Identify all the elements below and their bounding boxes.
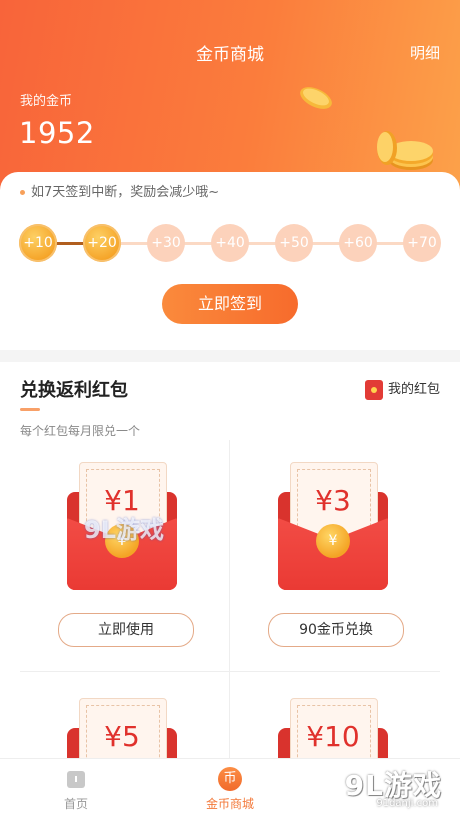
signin-notice: 如7天签到中断，奖励会减少哦~ bbox=[20, 181, 219, 200]
tab-home-label: 首页 bbox=[63, 797, 88, 811]
packet-amount: ¥10 bbox=[306, 720, 360, 753]
title-underline bbox=[20, 408, 40, 411]
exchange-title: 兑换返利红包 bbox=[20, 380, 128, 401]
coin-mall-icon: 币 bbox=[218, 767, 242, 791]
watermark-overlay: 9L游戏 bbox=[84, 516, 164, 544]
notice-dot-icon bbox=[20, 190, 25, 195]
use-now-button[interactable]: 立即使用 bbox=[58, 613, 194, 647]
signin-step-3: +30 bbox=[147, 224, 185, 262]
grid-divider-vertical bbox=[229, 440, 230, 758]
page-title: 金币商城 bbox=[196, 45, 264, 65]
home-icon bbox=[67, 771, 85, 788]
tab-coin-mall[interactable]: 币 金币商城 bbox=[180, 767, 280, 812]
red-packet-icon bbox=[364, 379, 383, 400]
my-packets-label: 我的红包 bbox=[387, 382, 440, 397]
tab-mall-label: 金币商城 bbox=[205, 797, 254, 811]
coin-icon: ¥ bbox=[316, 524, 350, 558]
exchange-panel: 兑换返利红包 每个红包每月限兑一个 我的红包 ¥1 ¥ 立即使用 ¥3 ¥ 90… bbox=[0, 362, 460, 758]
watermark-url: 91danji.com bbox=[376, 798, 438, 809]
red-packet-3[interactable]: ¥5 bbox=[67, 698, 177, 758]
coins-value: 1952 bbox=[19, 116, 95, 150]
signin-step-2: +20 bbox=[83, 224, 121, 262]
signin-step-6: +60 bbox=[339, 224, 377, 262]
flying-coin-icon bbox=[300, 87, 332, 109]
signin-card: 如7天签到中断，奖励会减少哦~ +10 +20 +30 +40 +50 +60 … bbox=[0, 172, 460, 350]
notice-text: 如7天签到中断，奖励会减少哦~ bbox=[31, 185, 220, 200]
signin-step-5: +50 bbox=[275, 224, 313, 262]
packet-amount: ¥3 bbox=[315, 484, 351, 517]
coin-stack-icon bbox=[377, 131, 433, 170]
detail-link[interactable]: 明细 bbox=[410, 42, 440, 63]
my-packets-link[interactable]: 我的红包 bbox=[364, 378, 440, 400]
signin-step-7: +70 bbox=[403, 224, 441, 262]
red-packet-2[interactable]: ¥3 ¥ bbox=[278, 462, 388, 592]
exchange-subtitle: 每个红包每月限兑一个 bbox=[20, 424, 141, 438]
grid-divider-horizontal bbox=[20, 671, 440, 672]
exchange-90-coins-button[interactable]: 90金币兑换 bbox=[268, 613, 404, 647]
signin-step-4: +40 bbox=[211, 224, 249, 262]
tab-home[interactable]: 首页 bbox=[26, 767, 126, 812]
red-packet-4[interactable]: ¥10 bbox=[278, 698, 388, 758]
packet-amount: ¥5 bbox=[104, 720, 140, 753]
coins-label: 我的金币 bbox=[20, 94, 73, 109]
signin-step-1: +10 bbox=[19, 224, 57, 262]
signin-button[interactable]: 立即签到 bbox=[162, 284, 298, 324]
